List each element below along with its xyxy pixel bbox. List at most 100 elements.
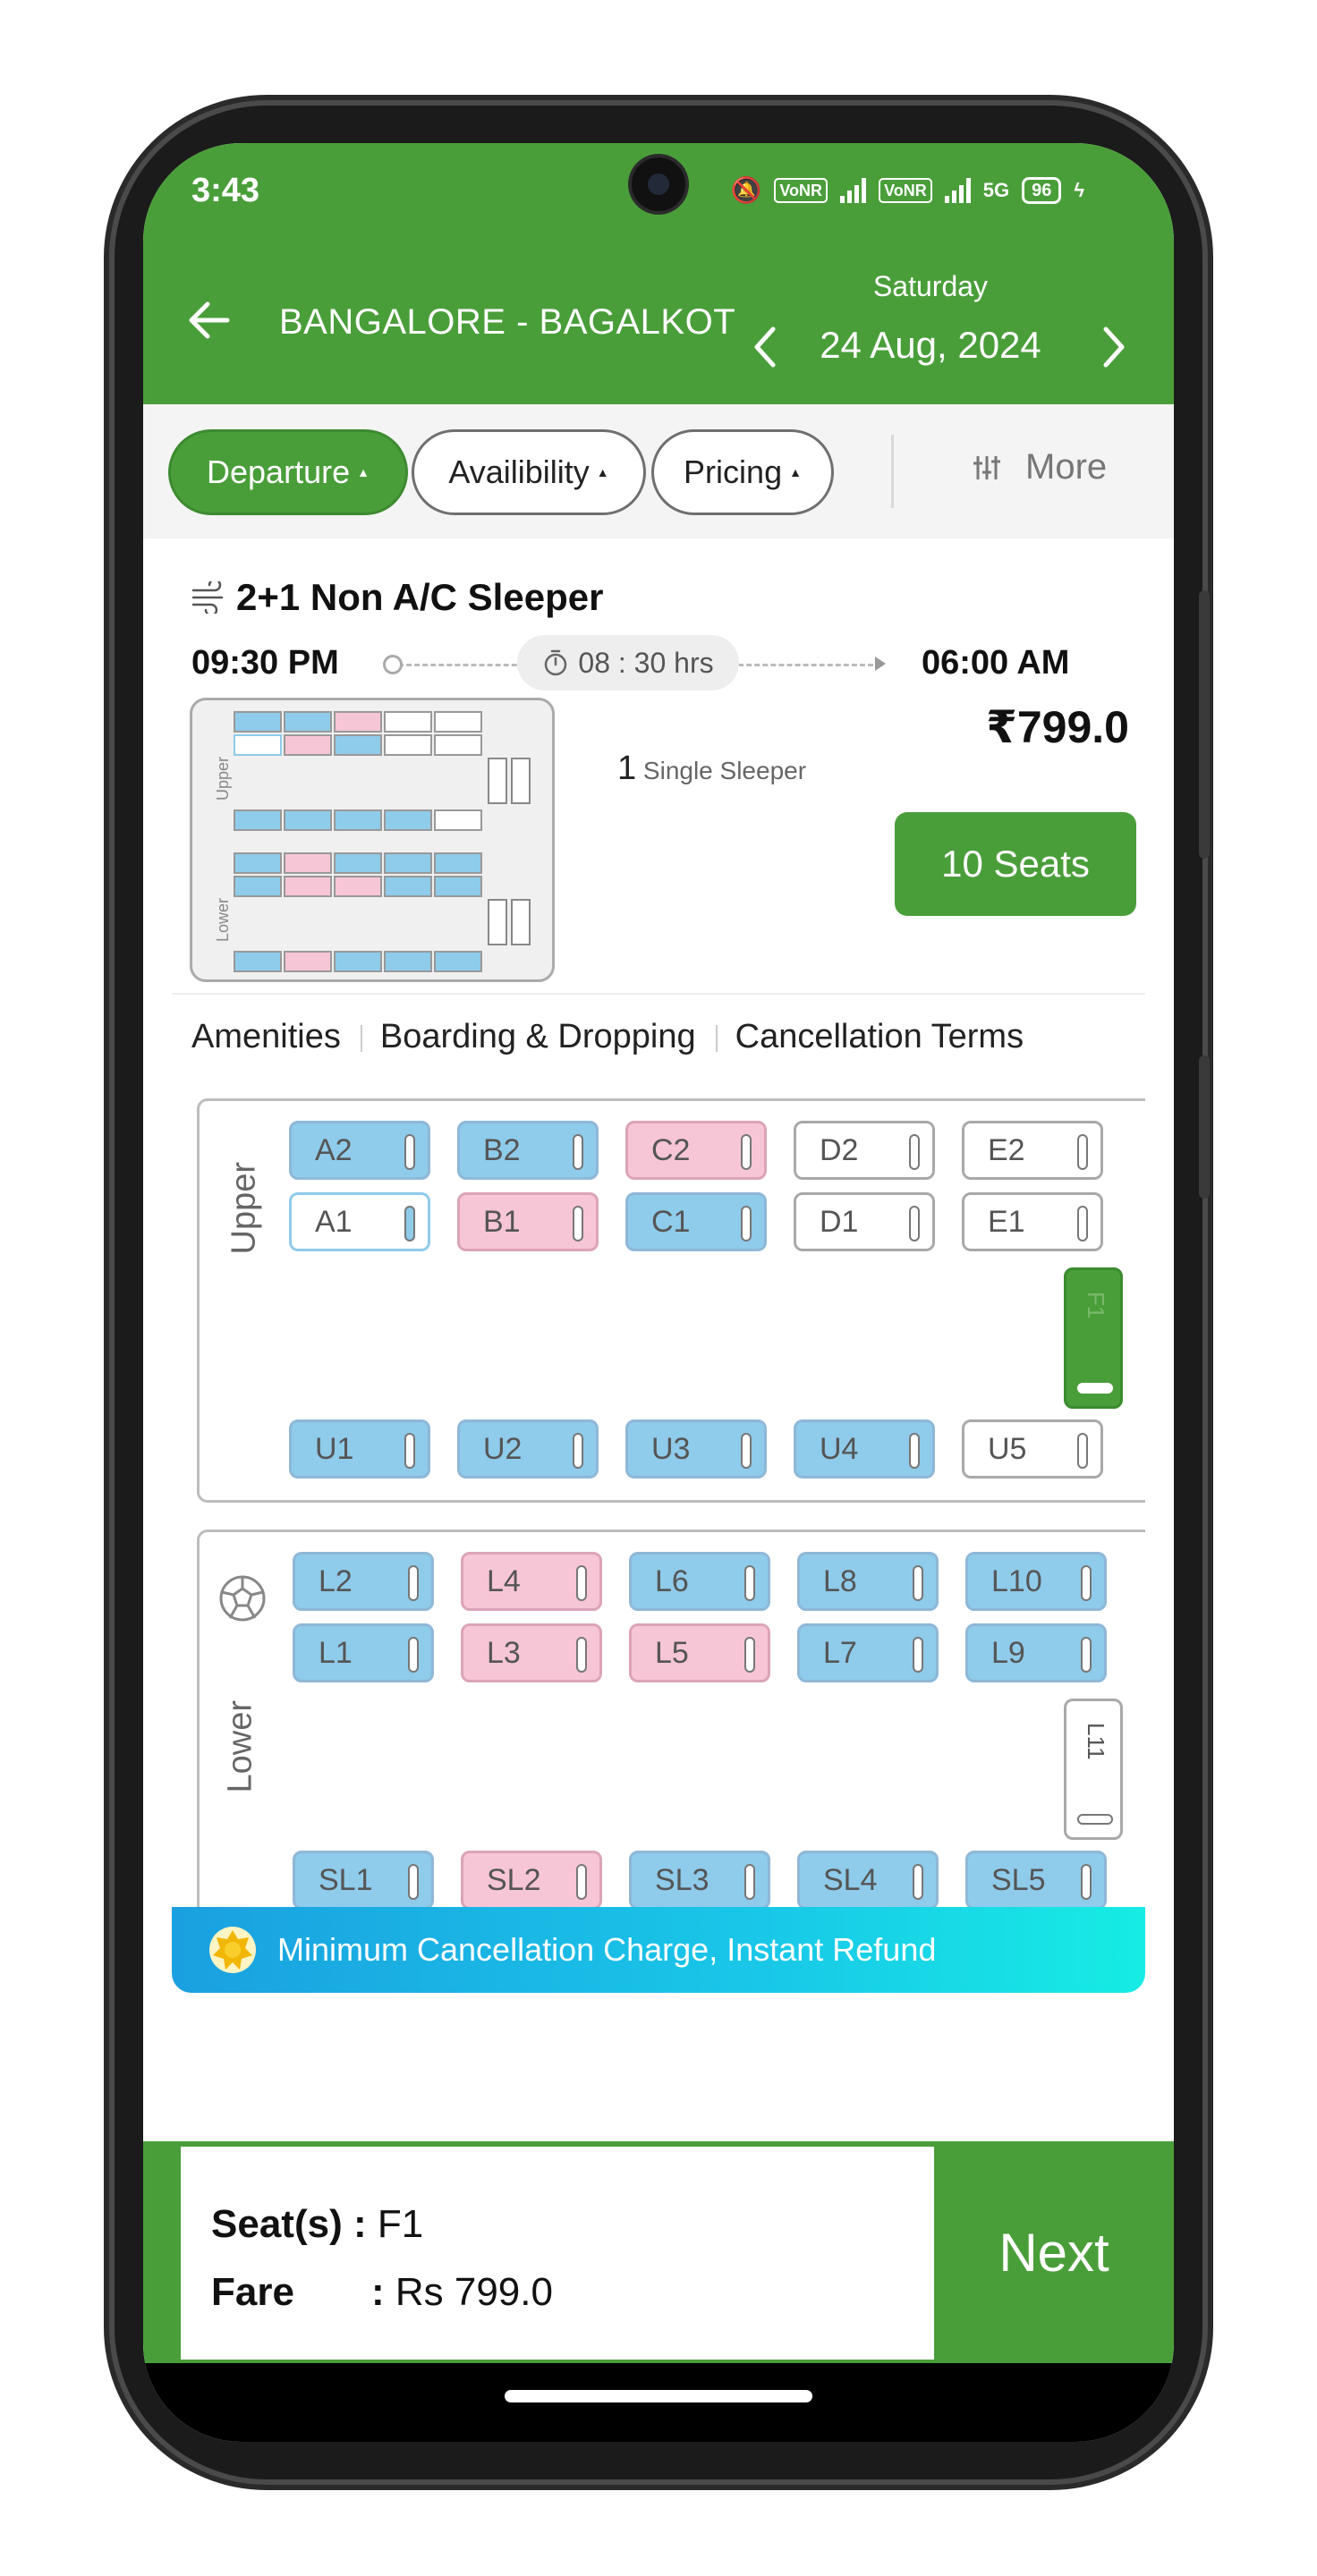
seat-number: L8 — [823, 1563, 857, 1598]
filter-availability[interactable]: Availibility ▲ — [412, 429, 646, 515]
seat-number: SL2 — [487, 1862, 541, 1897]
filter-departure[interactable]: Departure ▲ — [168, 429, 408, 515]
arrival-time: 06:00 AM — [922, 644, 1070, 682]
pillow-icon — [1077, 1433, 1088, 1469]
seat-l7[interactable]: L7 — [797, 1623, 939, 1682]
caret-up-icon: ▲ — [789, 465, 802, 479]
pillow-icon — [1081, 1637, 1092, 1673]
previous-date-icon[interactable] — [748, 324, 784, 370]
seat-f1[interactable]: F1 — [1064, 1267, 1123, 1409]
seat-number: E1 — [988, 1204, 1025, 1239]
filter-divider — [891, 435, 894, 508]
mini-seat — [234, 734, 282, 756]
seat-l1[interactable]: L1 — [293, 1623, 434, 1682]
coin-badge-icon — [209, 1927, 256, 1973]
timeline-start-dot — [383, 655, 403, 674]
seat-e2[interactable]: E2 — [962, 1121, 1103, 1180]
signal-icon-2 — [944, 177, 971, 203]
filter-departure-label: Departure — [207, 453, 351, 490]
pillow-icon — [741, 1134, 752, 1170]
mini-seat — [334, 951, 382, 972]
seat-a2[interactable]: A2 — [289, 1121, 430, 1180]
seat-number: D1 — [820, 1204, 859, 1239]
seat-sl2[interactable]: SL2 — [461, 1851, 602, 1910]
lower-deck-label: Lower — [221, 1700, 259, 1793]
bus-type-title: 2+1 Non A/C Sleeper — [191, 576, 603, 619]
mini-seat — [234, 876, 282, 897]
travel-date[interactable]: 24 Aug, 2024 — [805, 324, 1056, 367]
seat-l10[interactable]: L10 — [965, 1552, 1107, 1611]
seat-l3[interactable]: L3 — [461, 1623, 602, 1682]
more-filters-button[interactable]: More — [972, 447, 1107, 487]
seat-number: SL3 — [655, 1862, 709, 1897]
seat-l5[interactable]: L5 — [629, 1623, 770, 1682]
seat-l8[interactable]: L8 — [797, 1552, 939, 1611]
mini-seat — [384, 734, 432, 756]
mini-seat — [434, 734, 482, 756]
seat-sl3[interactable]: SL3 — [629, 1851, 770, 1910]
seat-sl5[interactable]: SL5 — [965, 1851, 1107, 1910]
vonr-badge-2: VoNR — [879, 177, 932, 203]
back-arrow-icon[interactable] — [183, 293, 236, 347]
seat-l11[interactable]: L11 — [1064, 1699, 1123, 1840]
mini-seat — [284, 734, 332, 756]
seat-u2[interactable]: U2 — [457, 1419, 599, 1479]
seat-c2[interactable]: C2 — [625, 1121, 767, 1180]
mini-sleeper — [511, 758, 531, 804]
pillow-icon — [408, 1565, 419, 1601]
bus-card: 2+1 Non A/C Sleeper 09:30 PM 08 : 30 hrs… — [172, 562, 1145, 2038]
mini-seat — [384, 711, 432, 733]
seat-l4[interactable]: L4 — [461, 1552, 602, 1611]
network-gen: 5G — [982, 178, 1010, 201]
mini-seat — [234, 852, 282, 874]
seat-d2[interactable]: D2 — [794, 1121, 935, 1180]
seat-u4[interactable]: U4 — [794, 1419, 935, 1479]
seat-a1[interactable]: A1 — [289, 1192, 430, 1251]
duration-pill: 08 : 30 hrs — [517, 635, 739, 691]
sleeper-label: Single Sleeper — [642, 757, 807, 784]
pillow-icon — [408, 1864, 419, 1900]
pillow-icon — [573, 1134, 583, 1170]
seat-c1[interactable]: C1 — [625, 1192, 767, 1251]
mini-seat — [334, 876, 382, 897]
filter-pricing-label: Pricing — [684, 453, 783, 490]
next-button[interactable]: Next — [934, 2141, 1174, 2363]
next-date-icon[interactable] — [1095, 324, 1131, 370]
cancellation-banner[interactable]: Minimum Cancellation Charge, Instant Ref… — [172, 1907, 1145, 1993]
seat-number: U5 — [988, 1431, 1027, 1466]
filter-pricing[interactable]: Pricing ▲ — [651, 429, 834, 515]
seats-available-button[interactable]: 10 Seats — [895, 812, 1136, 916]
mini-seat — [384, 951, 432, 972]
tab-amenities[interactable]: Amenities — [172, 1018, 361, 1056]
seat-b2[interactable]: B2 — [457, 1121, 599, 1180]
seat-u1[interactable]: U1 — [289, 1419, 430, 1479]
seat-number: U2 — [483, 1431, 523, 1466]
vonr-badge: VoNR — [774, 177, 828, 203]
seat-number: L10 — [991, 1563, 1042, 1598]
seat-number: A1 — [315, 1204, 353, 1239]
seat-l2[interactable]: L2 — [293, 1552, 434, 1611]
seat-b1[interactable]: B1 — [457, 1192, 599, 1251]
booking-summary: Seat(s) : F1 Fare: Rs 799.0 — [181, 2147, 934, 2360]
seat-e1[interactable]: E1 — [962, 1192, 1103, 1251]
status-icons: 🔕 VoNR VoNR 5G 96 ϟ — [731, 175, 1084, 205]
mini-seat — [434, 711, 482, 733]
tab-cancellation-terms[interactable]: Cancellation Terms — [715, 1018, 1043, 1056]
mini-seat-layout[interactable]: Upper Lower — [190, 698, 555, 982]
seat-l6[interactable]: L6 — [629, 1552, 770, 1611]
mini-seat — [434, 951, 482, 972]
seat-number: U3 — [651, 1431, 691, 1466]
seat-number: B2 — [483, 1132, 521, 1167]
seat-d1[interactable]: D1 — [794, 1192, 935, 1251]
seat-number: SL5 — [991, 1862, 1046, 1897]
seat-sl1[interactable]: SL1 — [293, 1851, 434, 1910]
mini-seat — [234, 809, 282, 831]
seat-sl4[interactable]: SL4 — [797, 1851, 939, 1910]
mini-sleeper — [488, 758, 507, 804]
seat-u5[interactable]: U5 — [962, 1419, 1103, 1479]
seat-u3[interactable]: U3 — [625, 1419, 767, 1479]
seat-l9[interactable]: L9 — [965, 1623, 1107, 1682]
home-indicator[interactable] — [505, 2390, 812, 2402]
tab-boarding-dropping[interactable]: Boarding & Dropping — [360, 1018, 716, 1056]
mini-seat — [384, 809, 432, 831]
